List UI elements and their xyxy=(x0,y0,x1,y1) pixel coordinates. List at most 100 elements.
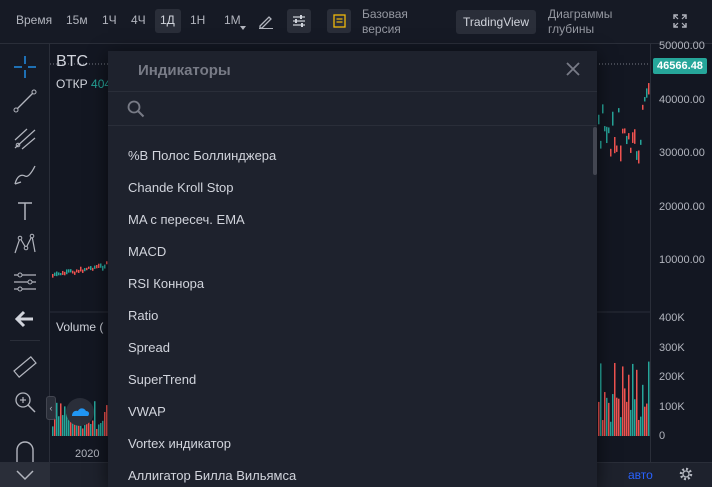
collapse-panel-button[interactable]: ‹ xyxy=(46,396,56,420)
list-item[interactable]: MA с пересеч. EMA xyxy=(108,204,597,236)
auto-scale-button[interactable]: авто xyxy=(628,468,653,482)
volume-bar xyxy=(98,424,100,436)
candle xyxy=(64,271,66,276)
list-item[interactable]: MACD xyxy=(108,236,597,268)
candle xyxy=(86,267,88,271)
basic-version-line2: версия xyxy=(362,22,401,36)
list-item[interactable]: Vortex индикатор xyxy=(108,428,597,460)
symbol-name: BTC xyxy=(56,53,88,70)
toolbar-divider xyxy=(10,340,40,341)
fib-icon[interactable] xyxy=(12,126,38,152)
candle xyxy=(90,266,92,271)
list-item[interactable]: %B Полос Боллинджера xyxy=(108,140,597,172)
ohlc-open: ОТКР 404 xyxy=(56,77,111,91)
last-price-tag: 46566.48 xyxy=(653,58,707,74)
interval-1mo[interactable]: 1М xyxy=(224,13,241,27)
tradingview-logo[interactable] xyxy=(66,398,94,426)
toolbar-collapse[interactable] xyxy=(0,462,50,487)
volume-bar xyxy=(600,363,602,436)
pencil-icon[interactable] xyxy=(258,13,274,29)
chart-doc-icon xyxy=(333,14,346,28)
interval-1h[interactable]: 1Ч xyxy=(102,13,117,27)
trend-line-icon[interactable] xyxy=(12,88,38,114)
volume-bar xyxy=(638,419,640,436)
volume-bar xyxy=(640,416,642,436)
volume-tick: 400K xyxy=(659,312,685,324)
pattern-icon[interactable] xyxy=(12,232,38,258)
candle xyxy=(68,269,70,273)
candle xyxy=(618,108,620,113)
volume-bar xyxy=(614,362,616,436)
basic-version-tab[interactable]: Базовая версия xyxy=(362,7,408,37)
volume-bar xyxy=(56,402,58,436)
volume-bar xyxy=(62,415,64,436)
chart-doc-button[interactable] xyxy=(327,9,351,33)
interval-15m[interactable]: 15м xyxy=(66,13,88,27)
candle xyxy=(74,271,76,275)
interval-4h[interactable]: 4Ч xyxy=(131,13,146,27)
candle xyxy=(628,133,630,140)
candle xyxy=(82,269,84,273)
volume-bar xyxy=(610,421,612,436)
list-item[interactable]: Chande Kroll Stop xyxy=(108,172,597,204)
volume-bar xyxy=(628,374,630,436)
candle xyxy=(104,264,106,269)
depth-line2: глубины xyxy=(548,22,595,36)
volume-tick: 200K xyxy=(659,371,685,383)
settings-sliders-button[interactable] xyxy=(287,9,311,33)
candle xyxy=(630,147,632,153)
top-toolbar: Время 15м 1Ч 4Ч 1Д 1Н 1М Базовая версия … xyxy=(0,0,712,44)
close-icon[interactable] xyxy=(565,61,581,77)
volume-tick: 0 xyxy=(659,430,666,442)
ruler-icon[interactable] xyxy=(12,354,38,380)
chevron-down-icon[interactable] xyxy=(240,26,246,30)
volume-bar xyxy=(604,392,606,436)
prediction-icon[interactable] xyxy=(12,269,38,295)
zoom-in-icon[interactable] xyxy=(12,389,38,415)
volume-bar xyxy=(94,401,96,436)
brush-icon[interactable] xyxy=(12,162,38,188)
candle xyxy=(624,128,626,134)
candle xyxy=(88,266,90,269)
list-item[interactable]: Spread xyxy=(108,332,597,364)
volume-bar xyxy=(644,406,646,436)
volume-tick: 100K xyxy=(659,401,685,413)
list-item[interactable]: VWAP xyxy=(108,396,597,428)
volume-bar xyxy=(612,394,614,436)
gear-icon[interactable] xyxy=(678,466,694,482)
candle xyxy=(634,129,636,144)
list-item[interactable]: Аллигатор Билла Вильямса xyxy=(108,460,597,487)
indicators-dialog: Индикаторы %B Полос Боллинджера Chande K… xyxy=(108,51,597,487)
tradingview-tab[interactable]: TradingView xyxy=(456,10,536,34)
search-bar xyxy=(108,91,597,126)
volume-bar xyxy=(622,366,624,436)
list-item[interactable]: SuperTrend xyxy=(108,364,597,396)
candle xyxy=(642,104,644,110)
candle xyxy=(70,269,72,273)
price-axis[interactable]: 50000.00 40000.00 30000.00 20000.00 1000… xyxy=(650,40,712,462)
price-tick: 20000.00 xyxy=(659,201,705,213)
search-input[interactable] xyxy=(152,97,572,121)
candle xyxy=(80,266,82,272)
interval-1w[interactable]: 1Н xyxy=(190,13,205,27)
depth-chart-tab[interactable]: Диаграммы глубины xyxy=(548,7,612,37)
list-item[interactable]: RSI Коннора xyxy=(108,268,597,300)
candle xyxy=(636,151,638,160)
price-tick: 50000.00 xyxy=(659,40,705,52)
volume-bar xyxy=(82,428,84,436)
candle xyxy=(616,145,618,152)
candle xyxy=(612,111,614,126)
volume-bar xyxy=(60,403,62,436)
list-item[interactable]: Ratio xyxy=(108,300,597,332)
back-arrow-icon[interactable] xyxy=(12,306,38,332)
crosshair-icon[interactable] xyxy=(12,54,38,80)
text-icon[interactable] xyxy=(12,198,38,224)
candle xyxy=(100,263,102,268)
candle xyxy=(52,273,54,278)
candle xyxy=(626,135,628,145)
volume-bar xyxy=(104,412,106,436)
fullscreen-icon[interactable] xyxy=(673,14,687,28)
interval-1d[interactable]: 1Д xyxy=(160,13,175,27)
search-icon xyxy=(127,100,145,118)
magnet-icon[interactable] xyxy=(12,438,38,464)
